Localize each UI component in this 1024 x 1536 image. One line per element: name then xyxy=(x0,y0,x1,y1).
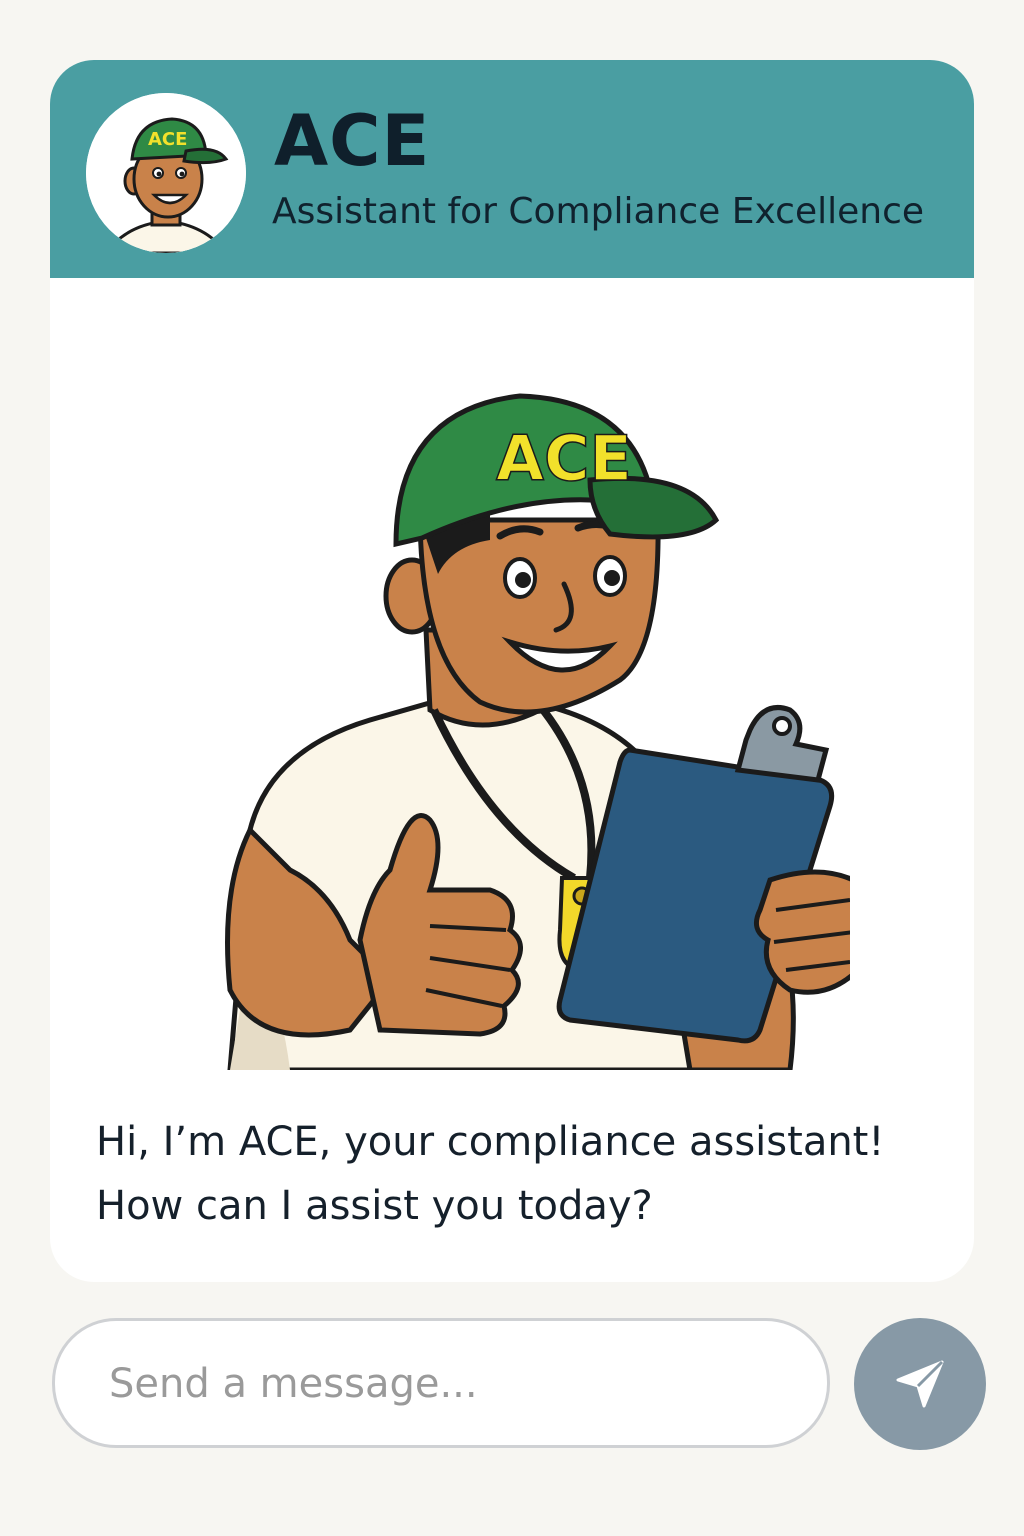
message-line-2: How can I assist you today? xyxy=(96,1183,653,1229)
chat-card: ACE ACE Assistant for Compliance Excelle… xyxy=(50,60,974,1282)
svg-text:ACE: ACE xyxy=(148,129,187,150)
send-icon xyxy=(896,1360,944,1408)
avatar: ACE xyxy=(86,93,246,253)
message-composer xyxy=(52,1318,830,1448)
send-button[interactable] xyxy=(854,1318,986,1450)
message-input[interactable] xyxy=(107,1321,791,1447)
message-line-1: Hi, I’m ACE, your compliance assistant! xyxy=(96,1119,885,1165)
mascot-illustration: ACE xyxy=(190,330,881,1073)
chat-header: ACE ACE Assistant for Compliance Excelle… xyxy=(50,60,974,278)
assistant-message: Hi, I’m ACE, your compliance assistant! … xyxy=(96,1110,936,1238)
app-title: ACE xyxy=(274,100,431,182)
app-subtitle: Assistant for Compliance Excellence xyxy=(272,191,925,232)
cap-text: ACE xyxy=(496,422,632,495)
ace-mascot-illustration-icon: ACE xyxy=(225,393,881,1073)
ace-mascot-avatar-icon: ACE xyxy=(86,93,246,253)
